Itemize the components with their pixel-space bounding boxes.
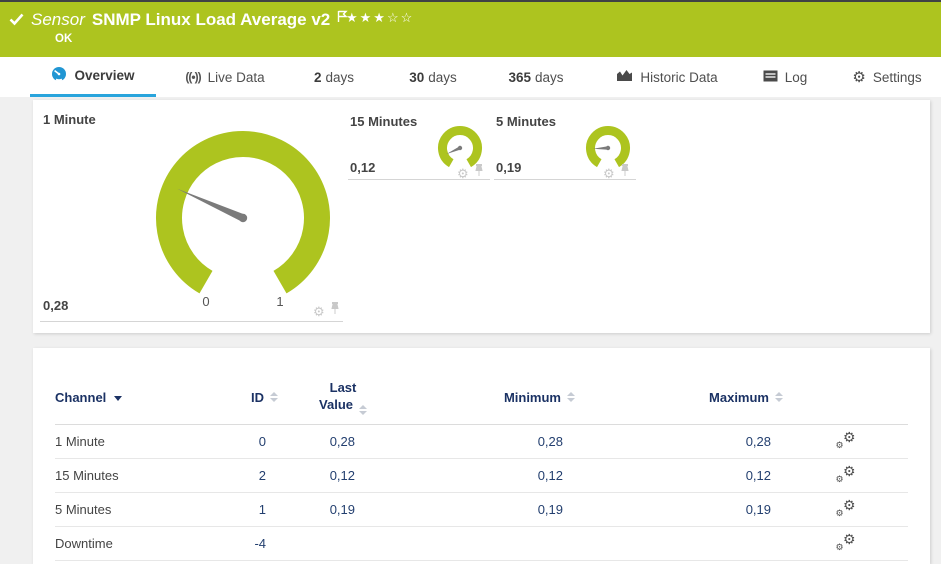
channel-minimum: 0,12: [537, 468, 563, 483]
tab-historic-data[interactable]: Historic Data: [608, 57, 726, 97]
gauge-needle-hub: [238, 213, 248, 223]
column-header-maximum-label: Maximum: [709, 389, 769, 405]
gauge-divider: [494, 179, 636, 180]
gauge-value: 0,12: [350, 160, 376, 175]
object-kind-label: Sensor: [31, 10, 85, 29]
channel-maximum: 0,19: [745, 502, 771, 517]
gauge-max-label: 1: [276, 294, 283, 309]
channel-name[interactable]: Downtime: [55, 536, 230, 551]
tab-log-label: Log: [784, 69, 808, 85]
live-broadcast-icon: ((•)): [185, 70, 201, 84]
sort-icon: [270, 392, 278, 402]
column-header-minimum-label: Minimum: [503, 389, 561, 405]
gauge-value: 0,19: [496, 160, 522, 175]
column-header-last-value[interactable]: Last Value: [278, 379, 367, 415]
tab-2-days[interactable]: 2 days: [298, 57, 370, 97]
gauge-needle-hub: [457, 145, 463, 151]
gauges-panel: 1 Minute 0 1 0,28 ⚙ 15 Minutes 0,12 ⚙ 5 …: [33, 100, 930, 333]
tab-30-days-number: 30: [409, 69, 425, 85]
gauge-pin-icon[interactable]: [330, 302, 340, 320]
channel-name[interactable]: 15 Minutes: [55, 468, 230, 483]
channel-table: Channel ID Last Value Minimum Maximum 1 …: [55, 348, 908, 561]
channel-last-value: 0,28: [329, 434, 355, 449]
channel-name[interactable]: 1 Minute: [55, 434, 230, 449]
gauge-min-label: 0: [202, 294, 209, 309]
tab-30-days-label: days: [428, 69, 457, 85]
column-header-channel[interactable]: Channel: [55, 390, 230, 405]
column-header-channel-label: Channel: [55, 389, 107, 405]
tab-settings-label: Settings: [872, 69, 922, 85]
tab-2-days-label: days: [325, 69, 355, 85]
gauge-needle: [593, 146, 609, 150]
priority-stars[interactable]: ★★★☆☆: [346, 10, 414, 26]
gauge-actions: ⚙: [313, 302, 340, 320]
tab-overview[interactable]: Overview: [30, 57, 156, 97]
column-header-value-label: Value: [319, 397, 353, 412]
channel-settings-gears-icon[interactable]: ⚙ ⚙: [836, 429, 856, 450]
gauge-title: 15 Minutes: [350, 114, 418, 129]
tab-bar: Overview ((•)) Live Data 2 days 30 days …: [0, 57, 941, 97]
sort-desc-icon: [114, 395, 123, 401]
gear-icon: ⚙: [852, 68, 866, 86]
gauge-settings-gear-icon[interactable]: ⚙: [313, 305, 325, 318]
tab-live-data-label: Live Data: [207, 69, 265, 85]
tab-live-data[interactable]: ((•)) Live Data: [170, 57, 280, 97]
column-header-id-label: ID: [251, 389, 264, 405]
channel-name[interactable]: 5 Minutes: [55, 502, 230, 517]
sensor-banner: Sensor SNMP Linux Load Average v2 ★★★☆☆ …: [0, 0, 941, 57]
table-row: 1 Minute 0 0,28 0,28 0,28 ⚙ ⚙: [55, 425, 908, 459]
sort-icon: [567, 392, 575, 402]
channel-settings-gears-icon[interactable]: ⚙ ⚙: [836, 497, 856, 518]
gauge-primary: 0 1: [156, 131, 330, 309]
table-row: 5 Minutes 1 0,19 0,19 0,19 ⚙ ⚙: [55, 493, 908, 527]
channel-minimum: 0,28: [537, 434, 563, 449]
sensor-status-text: OK: [55, 33, 73, 45]
channel-minimum: 0,19: [537, 502, 563, 517]
gauge-settings-gear-icon[interactable]: ⚙: [603, 167, 615, 180]
gauge-settings-gear-icon[interactable]: ⚙: [457, 167, 469, 180]
gauge-title: 5 Minutes: [496, 114, 556, 129]
status-ok-check-icon: [9, 13, 24, 31]
column-header-maximum[interactable]: Maximum: [575, 390, 783, 405]
channel-id: -4: [254, 536, 266, 551]
tab-365-days[interactable]: 365 days: [492, 57, 580, 97]
column-header-minimum[interactable]: Minimum: [367, 390, 575, 405]
channel-last-value: 0,19: [329, 502, 355, 517]
column-header-id[interactable]: ID: [230, 390, 278, 405]
table-header-row: Channel ID Last Value Minimum Maximum: [55, 348, 908, 425]
channel-table-panel: Channel ID Last Value Minimum Maximum 1 …: [33, 348, 930, 564]
channel-settings-gears-icon[interactable]: ⚙ ⚙: [836, 463, 856, 484]
gauge-icon: [51, 66, 67, 85]
table-row: Downtime -4 ⚙ ⚙: [55, 527, 908, 561]
channel-maximum: 0,28: [745, 434, 771, 449]
tab-365-days-label: days: [535, 69, 564, 85]
gauge-divider: [40, 321, 343, 322]
tab-historic-data-label: Historic Data: [640, 69, 718, 85]
column-header-last-label: Last: [329, 380, 357, 395]
gauge-needle-hub: [605, 145, 611, 151]
gauge-divider: [348, 179, 490, 180]
gauge-value: 0,28: [43, 298, 69, 313]
log-list-icon: [763, 70, 778, 85]
channel-settings-gears-icon[interactable]: ⚙ ⚙: [836, 531, 856, 552]
sort-icon: [359, 405, 367, 415]
table-row: 15 Minutes 2 0,12 0,12 0,12 ⚙ ⚙: [55, 459, 908, 493]
channel-id: 2: [258, 468, 266, 483]
channel-last-value: 0,12: [329, 468, 355, 483]
tab-log[interactable]: Log: [752, 57, 818, 97]
tab-30-days[interactable]: 30 days: [393, 57, 473, 97]
sort-icon: [775, 392, 783, 402]
channel-id: 0: [258, 434, 266, 449]
tab-365-days-number: 365: [508, 69, 531, 85]
channel-maximum: 0,12: [745, 468, 771, 483]
tab-settings[interactable]: ⚙ Settings: [842, 57, 932, 97]
tab-overview-label: Overview: [74, 68, 135, 83]
channel-id: 1: [258, 502, 266, 517]
tab-2-days-number: 2: [313, 69, 322, 85]
gauge-arc: [156, 131, 330, 294]
area-chart-icon: [616, 69, 633, 85]
gauge-title: 1 Minute: [43, 112, 96, 127]
sensor-title: SNMP Linux Load Average v2: [91, 10, 331, 29]
